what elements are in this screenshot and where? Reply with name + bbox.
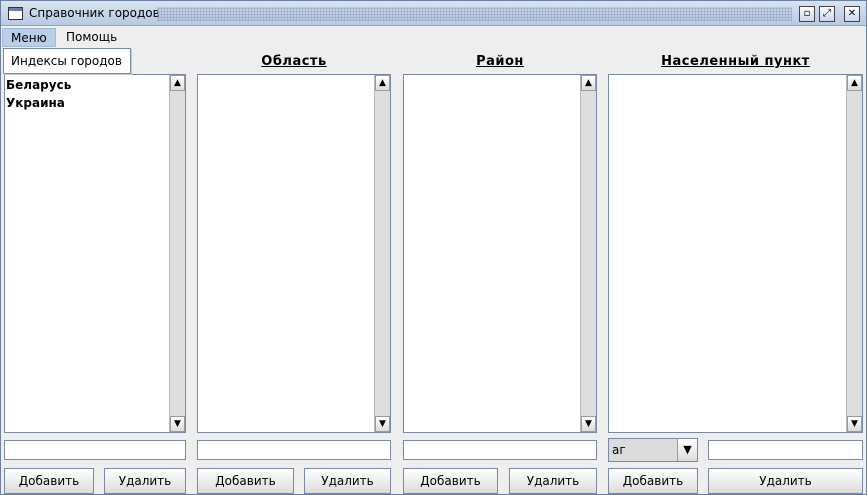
close-icon[interactable]: ✕ [844, 6, 860, 22]
scroll-track[interactable] [375, 91, 390, 416]
scroll-down-icon[interactable]: ▼ [581, 416, 596, 432]
maximize-icon[interactable]: ⤢ [819, 6, 835, 22]
district-add-button[interactable]: Добавить [403, 468, 498, 494]
locality-delete-button[interactable]: Удалить [708, 468, 863, 494]
scroll-down-icon[interactable]: ▼ [375, 416, 390, 432]
menu-main[interactable]: Меню [2, 28, 56, 47]
window-title: Справочник городов [29, 6, 160, 20]
region-list[interactable]: ▲ ▼ [197, 74, 391, 433]
scroll-down-icon[interactable]: ▼ [847, 416, 862, 432]
locality-add-button[interactable]: Добавить [608, 468, 698, 494]
region-add-button[interactable]: Добавить [197, 468, 294, 494]
district-input[interactable] [403, 440, 597, 460]
locality-header: Населенный пункт [661, 54, 810, 69]
district-delete-button[interactable]: Удалить [509, 468, 597, 494]
chevron-down-icon[interactable]: ▼ [677, 439, 697, 461]
title-bar[interactable]: Справочник городов ▫ ⤢ ✕ [1, 1, 866, 26]
district-list-scrollbar[interactable]: ▲ ▼ [580, 75, 596, 432]
region-list-scrollbar[interactable]: ▲ ▼ [374, 75, 390, 432]
locality-input[interactable] [708, 440, 863, 460]
scroll-up-icon[interactable]: ▲ [847, 75, 862, 91]
locality-list[interactable]: ▲ ▼ [608, 74, 863, 433]
locality-list-scrollbar[interactable]: ▲ ▼ [846, 75, 862, 432]
scroll-track[interactable] [581, 91, 596, 416]
country-list-items: Беларусь Украина [5, 75, 169, 432]
country-delete-button[interactable]: Удалить [104, 468, 186, 494]
list-item[interactable]: Беларусь [5, 75, 169, 93]
district-header: Район [476, 54, 524, 69]
minimize-icon[interactable]: ▫ [799, 6, 815, 22]
scroll-track[interactable] [170, 91, 185, 416]
scroll-up-icon[interactable]: ▲ [170, 75, 185, 91]
menu-help[interactable]: Помощь [58, 28, 125, 47]
district-list[interactable]: ▲ ▼ [403, 74, 597, 433]
window-icon [8, 7, 23, 20]
scroll-track[interactable] [847, 91, 862, 416]
title-bar-grip [157, 7, 792, 21]
list-item[interactable]: Украина [5, 93, 169, 111]
locality-type-select[interactable]: аг ▼ [608, 438, 698, 462]
scroll-up-icon[interactable]: ▲ [581, 75, 596, 91]
country-list-scrollbar[interactable]: ▲ ▼ [169, 75, 185, 432]
app-window: Справочник городов ▫ ⤢ ✕ Меню Помощь Инд… [0, 0, 867, 495]
locality-type-value: аг [609, 439, 678, 461]
menu-item-city-indexes[interactable]: Индексы городов [3, 48, 131, 74]
menu-bar: Меню Помощь [1, 27, 866, 47]
country-list[interactable]: Беларусь Украина ▲ ▼ [4, 74, 186, 433]
scroll-down-icon[interactable]: ▼ [170, 416, 185, 432]
scroll-up-icon[interactable]: ▲ [375, 75, 390, 91]
district-list-items [404, 75, 580, 432]
region-header: Область [261, 54, 327, 69]
region-input[interactable] [197, 440, 391, 460]
locality-list-items [609, 75, 846, 432]
region-delete-button[interactable]: Удалить [304, 468, 391, 494]
country-input[interactable] [4, 440, 186, 460]
region-list-items [198, 75, 374, 432]
country-add-button[interactable]: Добавить [4, 468, 94, 494]
